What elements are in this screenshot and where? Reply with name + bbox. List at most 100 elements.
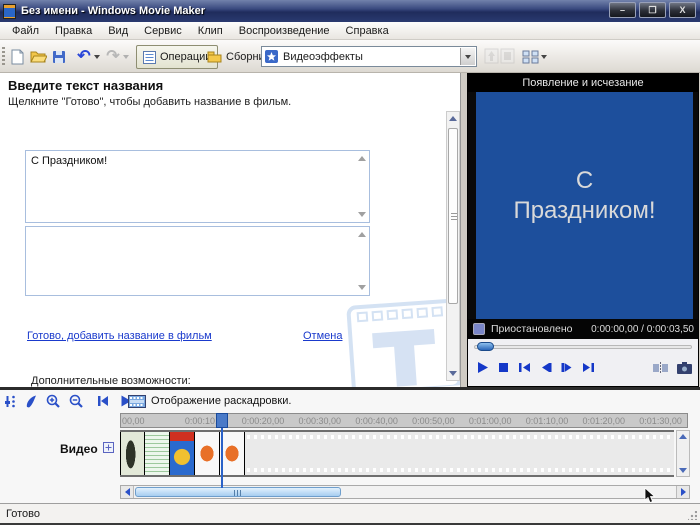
expand-track-icon[interactable] (102, 442, 114, 456)
scroll-down-icon[interactable] (358, 285, 366, 290)
title-watermark-icon (346, 298, 460, 387)
done-link[interactable]: Готово, добавить название в фильм (27, 330, 212, 342)
video-track[interactable] (120, 430, 674, 477)
undo-dropdown-icon[interactable] (92, 48, 102, 66)
playhead-line[interactable] (221, 428, 223, 488)
preview-monitor: Появление и исчезание С Праздником! Прио… (467, 73, 699, 387)
minimize-button[interactable]: – (609, 2, 636, 18)
timeline-scrollbar-horizontal[interactable] (120, 485, 690, 499)
preview-text-line2: Праздником! (513, 196, 656, 224)
toolbar: ↶ ↷ Операции Сборники Видеоэффекты (0, 40, 700, 73)
cancel-link[interactable]: Отмена (303, 330, 342, 342)
play-button[interactable] (476, 361, 489, 377)
preview-text-line1: С (575, 166, 594, 194)
open-project-icon[interactable] (29, 48, 47, 66)
app-icon (3, 3, 16, 19)
close-button[interactable]: X (669, 2, 696, 18)
clip-thumbnail[interactable] (120, 432, 145, 475)
back-button[interactable] (518, 362, 531, 376)
views-dropdown-icon[interactable] (539, 48, 549, 66)
title-task-pane: Введите текст названия Щелкните "Готово"… (0, 73, 461, 387)
views-icon[interactable] (520, 48, 540, 66)
maximize-button[interactable]: ❐ (639, 2, 666, 18)
next-frame-button[interactable] (561, 362, 573, 376)
collections-icon (207, 51, 222, 63)
title-text-input[interactable]: С Праздником! (25, 150, 370, 223)
scroll-left-icon[interactable] (121, 486, 134, 498)
menu-clip[interactable]: Клип (190, 23, 231, 39)
menu-help[interactable]: Справка (338, 23, 397, 39)
scrollbar-thumb[interactable] (448, 128, 458, 304)
clip-thumbnail[interactable] (195, 432, 220, 475)
tasks-icon (143, 50, 156, 64)
clip-thumbnail[interactable] (145, 432, 170, 475)
take-picture-button[interactable] (677, 361, 692, 377)
movie-maker-window: Без имени - Windows Movie Maker – ❐ X Фа… (0, 0, 700, 525)
storyboard-toggle-button[interactable]: Отображение раскадровки. (128, 392, 291, 410)
forward-button[interactable] (582, 362, 595, 376)
split-clip-button[interactable] (653, 361, 668, 377)
zoom-in-icon[interactable] (45, 393, 61, 412)
ruler-label: 0:01:20,00 (582, 416, 626, 426)
resize-grip-icon[interactable] (688, 511, 697, 520)
stop-button[interactable] (498, 362, 509, 376)
preview-video: С Праздником! (476, 92, 693, 319)
timeline-ruler[interactable]: 00,00 0:00:10,00 0:00:20,00 0:00:30,00 0… (120, 413, 688, 428)
effects-combobox[interactable]: Видеоэффекты (261, 46, 477, 67)
task-pane-scrollbar[interactable] (446, 111, 460, 381)
track-scrollbar-vertical[interactable] (676, 430, 690, 477)
pane-instruction: Щелкните "Готово", чтобы добавить назван… (8, 96, 292, 108)
time-display: 0:00:00,00 / 0:00:03,50 (591, 323, 694, 335)
storyboard-icon (128, 394, 146, 408)
status-bar: Готово (0, 503, 700, 523)
playhead-handle[interactable] (216, 413, 228, 428)
ruler-label: 0:00:30,00 (298, 416, 342, 426)
toolbar-grip (2, 47, 5, 66)
menu-play[interactable]: Воспроизведение (231, 23, 338, 39)
previous-frame-button[interactable] (540, 362, 552, 376)
window-title: Без имени - Windows Movie Maker (21, 5, 206, 17)
scroll-up-icon[interactable] (358, 232, 366, 237)
menu-view[interactable]: Вид (100, 23, 136, 39)
forward-disabled-icon (500, 48, 515, 64)
narration-icon[interactable] (24, 394, 38, 412)
redo-dropdown-icon (121, 48, 131, 66)
clip-thumbnail[interactable] (220, 432, 245, 475)
back-disabled-icon (484, 48, 499, 64)
seek-bar[interactable] (474, 342, 692, 351)
scroll-right-icon[interactable] (676, 486, 689, 498)
redo-icon: ↷ (106, 48, 120, 65)
scroll-down-icon[interactable] (679, 468, 687, 473)
more-options-label: Дополнительные возможности: (31, 375, 191, 387)
new-project-icon[interactable] (8, 48, 26, 66)
empty-track-filmstrip (245, 432, 674, 475)
menu-tools[interactable]: Сервис (136, 23, 190, 39)
subtitle-text-input[interactable] (25, 226, 370, 296)
scroll-up-icon[interactable] (449, 116, 457, 121)
video-track-label: Видео (60, 442, 98, 456)
scroll-down-icon[interactable] (358, 212, 366, 217)
mouse-cursor (644, 487, 656, 507)
ruler-label: 0:01:00,00 (468, 416, 512, 426)
scroll-down-icon[interactable] (449, 371, 457, 376)
preview-controls (468, 339, 698, 386)
clip-thumbnail[interactable] (170, 432, 195, 475)
scroll-up-icon[interactable] (358, 156, 366, 161)
menu-file[interactable]: Файл (4, 23, 47, 39)
scroll-up-icon[interactable] (679, 434, 687, 439)
save-project-icon[interactable] (50, 48, 68, 66)
ruler-label: 0:01:30,00 (639, 416, 682, 426)
undo-icon[interactable]: ↶ (75, 48, 93, 66)
audio-levels-icon[interactable] (4, 394, 17, 412)
combobox-dropdown-icon[interactable] (460, 48, 475, 65)
seek-thumb[interactable] (477, 342, 494, 351)
menu-bar: Файл Правка Вид Сервис Клип Воспроизведе… (0, 22, 700, 40)
rewind-timeline-icon[interactable] (97, 395, 109, 410)
scrollbar-thumb[interactable] (135, 487, 341, 497)
preview-status-bar: Приостановлено 0:00:00,00 / 0:00:03,50 (468, 319, 698, 339)
playback-status: Приостановлено (491, 323, 573, 335)
storyboard-toggle-label: Отображение раскадровки. (151, 395, 292, 407)
zoom-out-icon[interactable] (68, 393, 84, 412)
title-bar: Без имени - Windows Movie Maker – ❐ X (0, 0, 700, 22)
menu-edit[interactable]: Правка (47, 23, 100, 39)
